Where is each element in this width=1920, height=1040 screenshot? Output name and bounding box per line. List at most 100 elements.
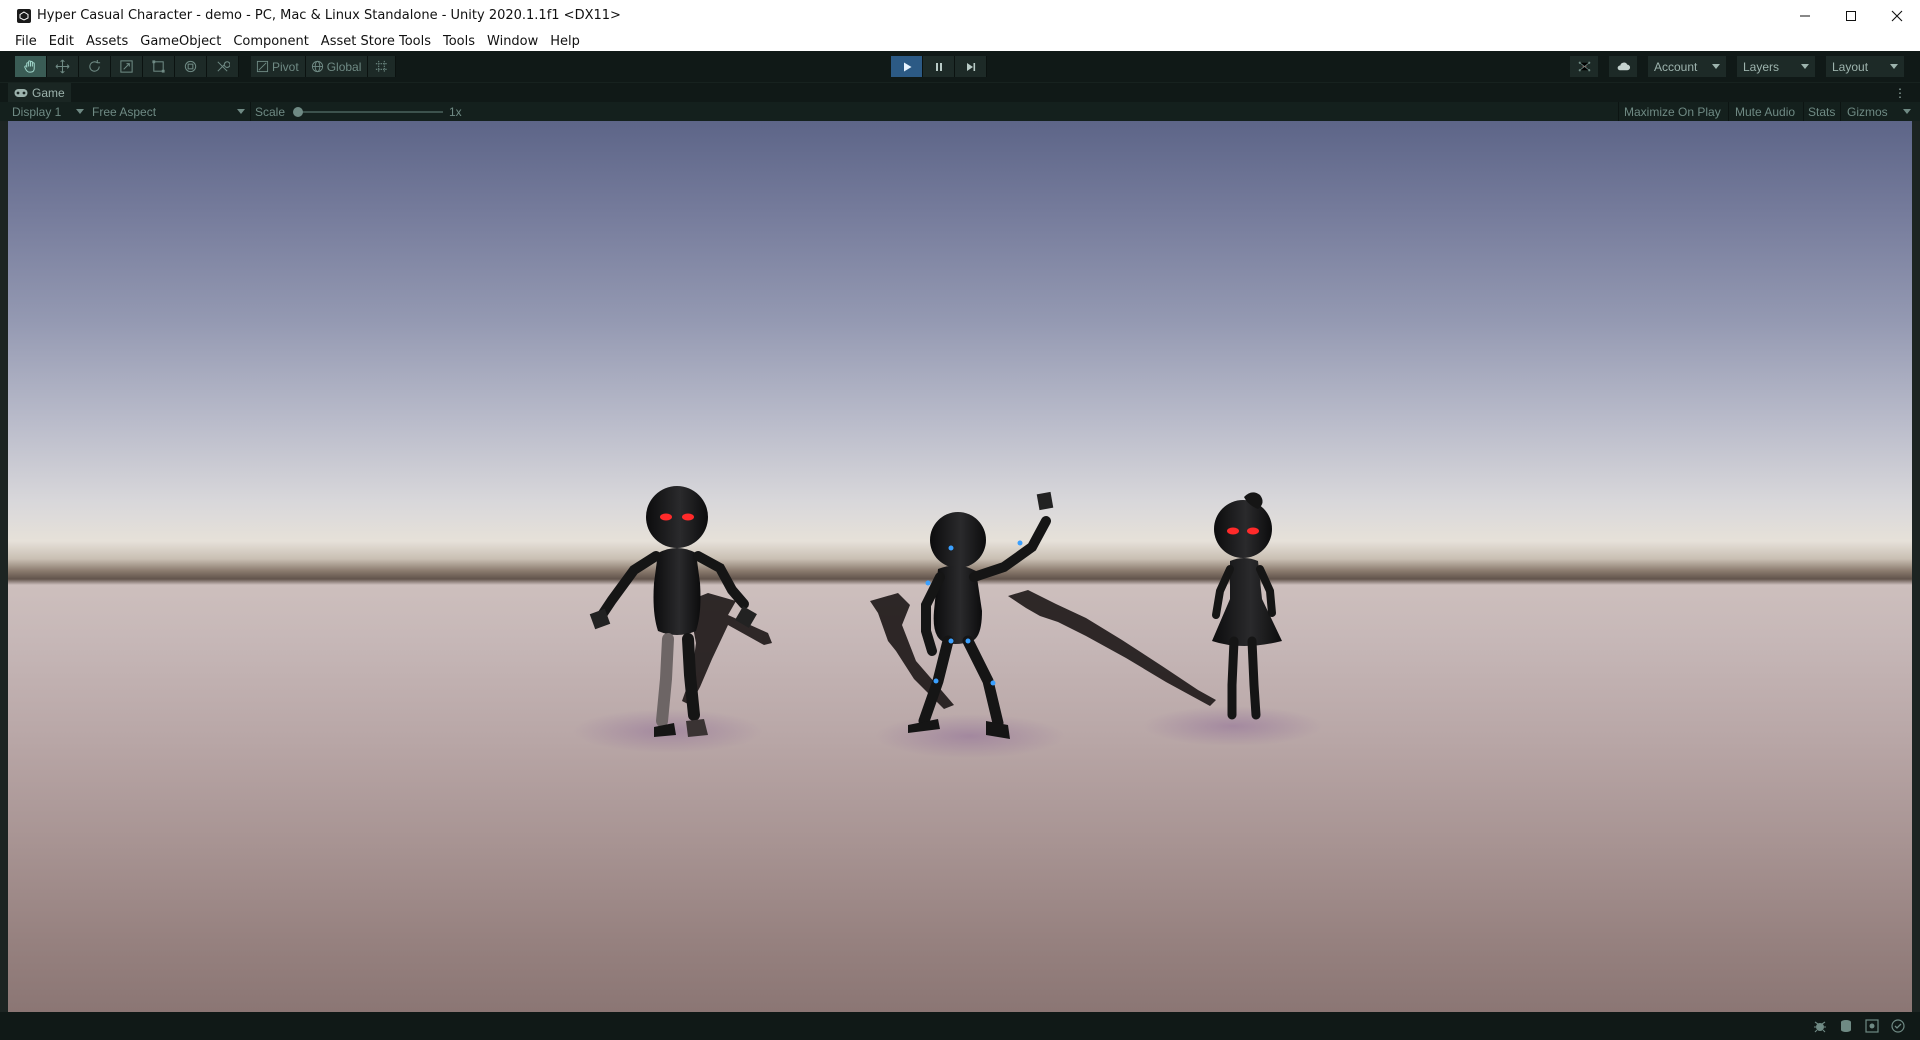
pivot-label: Pivot xyxy=(272,59,299,74)
cloud-services-button[interactable] xyxy=(1609,56,1637,77)
layout-group: Layout xyxy=(1826,56,1904,77)
scale-slider-thumb[interactable] xyxy=(293,107,303,117)
layers-dropdown[interactable]: Layers xyxy=(1737,56,1815,77)
chevron-down-icon xyxy=(1890,64,1898,69)
layers-label: Layers xyxy=(1743,59,1780,74)
account-group: Account xyxy=(1648,56,1726,77)
play-button[interactable] xyxy=(891,56,923,77)
game-viewport[interactable] xyxy=(8,121,1912,1012)
scene-render xyxy=(573,486,1323,758)
character-middle xyxy=(908,491,1054,739)
display-label: Display 1 xyxy=(12,104,62,119)
aspect-dropdown[interactable]: Free Aspect xyxy=(92,102,245,121)
close-button[interactable] xyxy=(1874,0,1920,31)
check-circle-icon[interactable] xyxy=(1890,1018,1906,1034)
hand-tool-icon xyxy=(24,60,35,73)
divider xyxy=(1728,102,1729,121)
chevron-down-icon xyxy=(237,109,245,114)
rect-tool-icon xyxy=(152,60,165,73)
play-icon xyxy=(903,62,911,71)
global-toggle[interactable]: Global xyxy=(305,56,369,77)
menu-gameobject[interactable]: GameObject xyxy=(134,34,227,49)
global-label: Global xyxy=(326,59,362,74)
aspect-label: Free Aspect xyxy=(92,104,157,119)
menu-file[interactable]: File xyxy=(9,34,43,49)
character-right xyxy=(1212,492,1282,720)
cache-server-icon[interactable] xyxy=(1838,1018,1854,1034)
chevron-down-icon xyxy=(1801,64,1809,69)
pause-button[interactable] xyxy=(923,56,955,77)
grid-snap-button[interactable] xyxy=(368,56,397,77)
window-title-bar: Hyper Casual Character - demo - PC, Mac … xyxy=(0,0,1920,31)
menu-asset-store-tools[interactable]: Asset Store Tools xyxy=(315,34,437,49)
menu-help[interactable]: Help xyxy=(544,34,586,49)
chevron-down-icon xyxy=(1903,109,1911,114)
more-options-icon[interactable]: ⋮ xyxy=(1894,86,1906,100)
menu-tools[interactable]: Tools xyxy=(437,34,481,49)
gamepad-icon xyxy=(14,89,28,97)
scale-tool-button[interactable] xyxy=(111,56,143,77)
rotate-tool-button[interactable] xyxy=(79,56,111,77)
auto-generate-lighting-icon[interactable] xyxy=(1864,1018,1880,1034)
maximize-button[interactable] xyxy=(1828,0,1874,31)
grid-snap-icon xyxy=(376,60,388,73)
layout-dropdown[interactable]: Layout xyxy=(1826,56,1904,77)
chevron-down-icon xyxy=(1712,64,1720,69)
step-icon xyxy=(966,62,975,71)
menu-component[interactable]: Component xyxy=(227,34,314,49)
gizmos-label: Gizmos xyxy=(1847,104,1888,119)
game-view-controls: Display 1 Free Aspect Scale 1x Maximize … xyxy=(0,102,1920,121)
bug-icon[interactable] xyxy=(1812,1018,1828,1034)
chevron-down-icon xyxy=(76,109,84,114)
menu-bar: File Edit Assets GameObject Component As… xyxy=(0,31,1920,51)
main-toolbar: Pivot Global Account Layers Layout xyxy=(0,51,1920,82)
character-left xyxy=(589,486,757,737)
menu-assets[interactable]: Assets xyxy=(80,34,134,49)
gizmos-dropdown[interactable]: Gizmos xyxy=(1847,102,1911,121)
window-title: Hyper Casual Character - demo - PC, Mac … xyxy=(37,8,621,23)
account-dropdown[interactable]: Account xyxy=(1648,56,1726,77)
tab-game-label: Game xyxy=(32,86,65,100)
globe-icon xyxy=(311,60,323,73)
collab-icon xyxy=(1578,61,1590,72)
scale-tool-icon xyxy=(120,60,133,73)
game-tab-bar: Game ⋮ xyxy=(0,82,1920,103)
pivot-toggle[interactable]: Pivot xyxy=(251,56,306,77)
minimize-button[interactable] xyxy=(1782,0,1828,31)
menu-edit[interactable]: Edit xyxy=(43,34,80,49)
rotate-tool-icon xyxy=(89,59,101,72)
unity-logo-icon xyxy=(17,8,31,23)
display-dropdown[interactable]: Display 1 xyxy=(12,102,84,121)
custom-tool-icon xyxy=(217,61,230,72)
move-tool-button[interactable] xyxy=(47,56,79,77)
account-label: Account xyxy=(1654,59,1698,74)
divider xyxy=(1840,102,1841,121)
menu-window[interactable]: Window xyxy=(481,34,544,49)
mute-audio-toggle[interactable]: Mute Audio xyxy=(1735,102,1795,121)
scale-slider-track[interactable] xyxy=(297,111,443,113)
tab-game[interactable]: Game xyxy=(8,83,71,103)
playmode-controls xyxy=(891,56,987,77)
hand-tool-button[interactable] xyxy=(15,56,47,77)
scale-value: 1x xyxy=(449,104,462,119)
transform-tool-button[interactable] xyxy=(175,56,207,77)
pause-icon xyxy=(935,62,942,71)
step-button[interactable] xyxy=(955,56,987,77)
minimize-icon xyxy=(1800,15,1810,16)
collab-group xyxy=(1570,56,1598,77)
transform-tool-icon xyxy=(184,60,197,73)
maximize-on-play-toggle[interactable]: Maximize On Play xyxy=(1624,102,1721,121)
divider xyxy=(1803,102,1804,121)
status-bar xyxy=(0,1012,1920,1040)
cloud-group xyxy=(1609,56,1637,77)
transform-tools xyxy=(15,56,239,77)
move-tool-icon xyxy=(55,59,70,74)
divider xyxy=(250,102,251,121)
custom-tool-button[interactable] xyxy=(207,56,239,77)
rect-tool-button[interactable] xyxy=(143,56,175,77)
divider xyxy=(1618,102,1619,121)
collab-button[interactable] xyxy=(1570,56,1598,77)
stats-toggle[interactable]: Stats xyxy=(1808,102,1835,121)
cloud-icon xyxy=(1617,62,1630,71)
pivot-icon xyxy=(256,60,269,73)
